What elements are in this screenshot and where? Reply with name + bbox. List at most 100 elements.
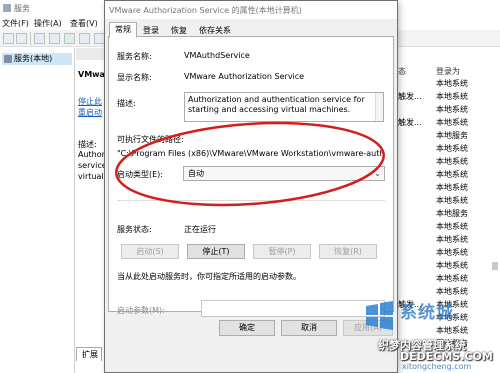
table-row[interactable]: 本地系统: [398, 234, 500, 247]
table-row[interactable]: 本地系统: [398, 143, 500, 156]
services-list: 态 登录为 本地系统 触发... 本地系统 本地系统 触发... 本地系统 本地服务 本地系统…: [398, 66, 500, 373]
service-login-cell: 本地系统: [436, 300, 468, 309]
menu-file[interactable]: 文件(F): [2, 18, 29, 29]
service-login-cell: 本地系统: [436, 326, 468, 335]
dialog-title: VMware Authorization Service 的属性(本地计算机): [109, 6, 302, 15]
service-login-cell: 本地系统: [436, 183, 468, 192]
service-status-cell: 触发...: [398, 92, 422, 101]
refresh-icon[interactable]: [64, 33, 75, 44]
pause-button[interactable]: 暂停(P): [253, 244, 311, 259]
table-row[interactable]: 本地系统: [398, 78, 500, 91]
service-login-cell: 本地系统: [436, 222, 468, 231]
description-scrollbar[interactable]: [375, 93, 383, 121]
service-status-value: 正在运行: [184, 225, 216, 234]
service-login-cell: 本地系统: [436, 144, 468, 153]
apply-button[interactable]: 应用(A): [343, 320, 393, 336]
stop-service-link[interactable]: 停止此: [78, 96, 102, 107]
exec-path-value: "C:\Program Files (x86)\VMware\VMware Wo…: [117, 149, 385, 158]
detail-desc-line: service: [78, 161, 107, 170]
show-tree-icon[interactable]: [34, 33, 45, 44]
service-login-cell: 本地服务: [436, 209, 468, 218]
service-login-cell: 本地系统: [436, 261, 468, 270]
description-text: Authorization and authentication service…: [188, 95, 365, 114]
services-tree-pane: 服务(本地): [0, 48, 75, 373]
table-row[interactable]: 本地系统: [398, 169, 500, 182]
column-header-status[interactable]: 态: [398, 66, 406, 77]
table-row[interactable]: 本地系统: [398, 273, 500, 286]
general-tab-panel: 服务名称: VMAuthdService 显示名称: VMware Author…: [108, 36, 394, 317]
detail-header: [76, 48, 106, 60]
table-row[interactable]: 网络服务: [398, 338, 500, 351]
properties-icon[interactable]: [49, 33, 60, 44]
table-row[interactable]: 本地系统: [398, 156, 500, 169]
back-arrow-icon[interactable]: [3, 33, 14, 44]
service-login-cell: 本地系统: [436, 274, 468, 283]
service-login-cell: 本地系统: [436, 92, 468, 101]
table-row[interactable]: 本地系统: [398, 286, 500, 299]
tab-extended[interactable]: 扩展: [76, 347, 102, 361]
table-row[interactable]: 本地服务: [398, 130, 500, 143]
stop-button[interactable]: 停止(T): [187, 244, 245, 259]
service-status-cell: 触发...: [398, 300, 422, 309]
service-login-cell: 网络服务: [436, 339, 468, 348]
service-detail-pane: VMwa 停止此 重启动 描述: Authoriz service virtua…: [76, 48, 111, 373]
service-name-value: VMAuthdService: [184, 51, 250, 60]
table-row[interactable]: 本地系统: [398, 221, 500, 234]
start-params-hint: 当从此处启动服务时，你可指定所适用的启动参数。: [117, 272, 301, 281]
tab-recovery[interactable]: 恢复: [165, 23, 193, 37]
services-app-icon: [3, 4, 11, 12]
divider: [117, 200, 385, 201]
export-list-icon[interactable]: [79, 33, 90, 44]
service-status-label: 服务状态:: [117, 225, 152, 234]
table-row[interactable]: 本地系统: [398, 104, 500, 117]
table-row[interactable]: 触发... 本地系统: [398, 299, 500, 312]
table-row[interactable]: 触发... 本地系统: [398, 91, 500, 104]
service-login-cell: 本地系统: [436, 118, 468, 127]
description-textbox[interactable]: Authorization and authentication service…: [184, 92, 384, 122]
gear-icon: [4, 55, 12, 63]
service-login-cell: 本地系统: [436, 79, 468, 88]
detail-desc-line: virtual: [78, 172, 104, 181]
service-login-cell: 本地系统: [436, 170, 468, 179]
scrollbar-arrow[interactable]: [492, 262, 498, 270]
service-login-cell: 本地系统: [436, 248, 468, 257]
dialog-tabs: 常规 登录 恢复 依存关系: [105, 19, 397, 38]
service-login-cell: 本地系统: [436, 287, 468, 296]
resume-button[interactable]: 恢复(R): [319, 244, 377, 259]
tab-dependencies[interactable]: 依存关系: [193, 23, 237, 37]
service-status-cell: 触发...: [398, 118, 422, 127]
ok-button[interactable]: 确定: [219, 320, 275, 336]
tab-general[interactable]: 常规: [109, 22, 137, 38]
start-button[interactable]: 启动(S): [121, 244, 179, 259]
service-login-cell: 本地系统: [436, 313, 468, 322]
table-row[interactable]: 触发... 本地系统: [398, 117, 500, 130]
menu-view[interactable]: 查看(V): [70, 18, 98, 29]
table-row[interactable]: 本地系统: [398, 182, 500, 195]
startup-type-select[interactable]: 自动 ⌄: [183, 166, 385, 181]
table-row[interactable]: 本地系统: [398, 247, 500, 260]
display-name-label: 显示名称:: [117, 73, 152, 82]
properties-dialog: VMware Authorization Service 的属性(本地计算机) …: [104, 0, 398, 373]
table-row[interactable]: 本地系统: [398, 195, 500, 208]
table-row[interactable]: 本地系统: [398, 260, 500, 273]
table-row[interactable]: 本地系统: [398, 325, 500, 338]
table-row[interactable]: 本地服务: [398, 208, 500, 221]
cancel-button[interactable]: 取消: [281, 320, 337, 336]
toolbar-separator: [30, 32, 31, 45]
table-row[interactable]: 本地系统: [398, 312, 500, 325]
startup-type-label: 启动类型(E):: [117, 170, 163, 179]
restart-service-link[interactable]: 重启动: [78, 107, 102, 118]
forward-arrow-icon[interactable]: [16, 33, 27, 44]
start-params-input[interactable]: [201, 300, 385, 317]
menu-action[interactable]: 操作(A): [34, 18, 62, 29]
tree-item-label: 服务(本地): [14, 54, 53, 63]
service-name-label: 服务名称:: [117, 52, 152, 61]
start-params-label: 启动参数(M):: [117, 306, 165, 315]
service-login-cell: 本地系统: [436, 157, 468, 166]
tree-item-services-local[interactable]: 服务(本地): [2, 53, 72, 65]
tab-logon[interactable]: 登录: [137, 23, 165, 37]
column-header-login[interactable]: 登录为: [436, 66, 460, 77]
display-name-value: VMware Authorization Service: [184, 72, 305, 81]
description-label: 描述:: [117, 99, 136, 108]
service-login-cell: 本地系统: [436, 196, 468, 205]
